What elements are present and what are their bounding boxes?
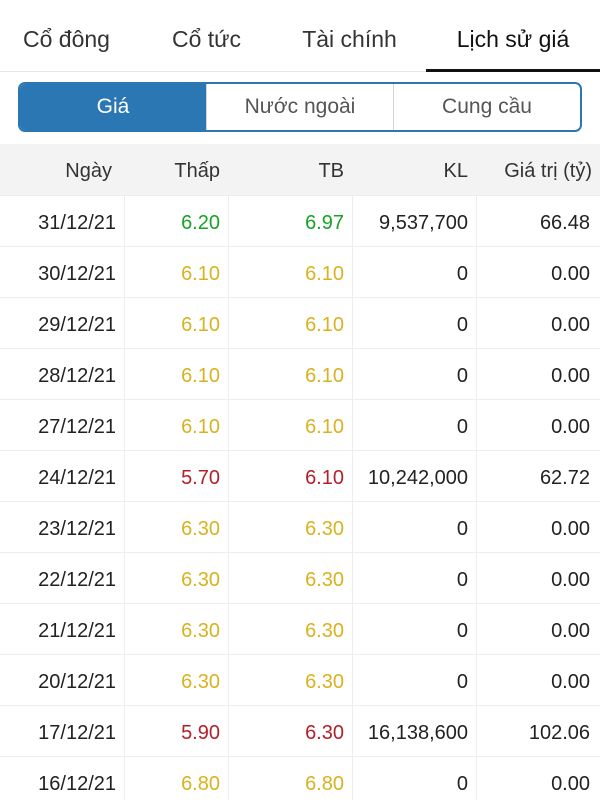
cell-value: 62.72: [476, 451, 600, 502]
cell-avg: 6.30: [228, 655, 352, 706]
cell-avg: 6.30: [228, 604, 352, 655]
cell-volume: 0: [352, 604, 476, 655]
cell-volume: 16,138,600: [352, 706, 476, 757]
top-tab-bar: Cổ đông Cổ tức Tài chính Lịch sử giá: [0, 0, 600, 72]
tab-tai-chinh[interactable]: Tài chính: [283, 0, 416, 72]
table-row[interactable]: 29/12/21 6.10 6.10 0 0.00: [0, 297, 600, 349]
segmented-control: Giá Nước ngoài Cung cầu: [18, 82, 582, 132]
cell-avg: 6.10: [228, 247, 352, 298]
table-row[interactable]: 23/12/21 6.30 6.30 0 0.00: [0, 501, 600, 553]
cell-avg: 6.30: [228, 706, 352, 757]
cell-volume: 10,242,000: [352, 451, 476, 502]
tab-co-tuc[interactable]: Cổ tức: [140, 0, 273, 72]
cell-low: 6.10: [124, 298, 228, 349]
cell-date: 16/12/21: [38, 773, 116, 795]
cell-low: 6.30: [124, 502, 228, 553]
cell-low: 6.10: [124, 247, 228, 298]
cell-value: 0.00: [476, 298, 600, 349]
table-row[interactable]: 24/12/21 5.70 6.10 10,242,000 62.72: [0, 450, 600, 502]
cell-value: 66.48: [476, 196, 600, 247]
table-row[interactable]: 31/12/21 6.20 6.97 9,537,700 66.48: [0, 195, 600, 247]
segment-gia[interactable]: Giá: [20, 84, 206, 130]
cell-date: 20/12/21: [38, 671, 116, 693]
cell-date: 22/12/21: [38, 569, 116, 591]
cell-volume: 0: [352, 757, 476, 800]
cell-date: 27/12/21: [38, 416, 116, 438]
cell-low: 6.10: [124, 400, 228, 451]
cell-date: 31/12/21: [38, 212, 116, 234]
tab-lich-su-gia[interactable]: Lịch sử giá: [426, 0, 600, 72]
cell-value: 0.00: [476, 349, 600, 400]
cell-avg: 6.30: [228, 553, 352, 604]
cell-date: 23/12/21: [38, 518, 116, 540]
cell-value: 0.00: [476, 604, 600, 655]
header-low: Thấp: [174, 160, 220, 182]
cell-volume: 9,537,700: [352, 196, 476, 247]
cell-low: 6.10: [124, 349, 228, 400]
cell-volume: 0: [352, 655, 476, 706]
cell-value: 0.00: [476, 553, 600, 604]
cell-low: 6.30: [124, 553, 228, 604]
cell-low: 5.70: [124, 451, 228, 502]
table-row[interactable]: 16/12/21 6.80 6.80 0 0.00: [0, 756, 600, 800]
header-date: Ngày: [65, 160, 112, 182]
cell-low: 6.20: [124, 196, 228, 247]
cell-date: 21/12/21: [38, 620, 116, 642]
cell-volume: 0: [352, 349, 476, 400]
cell-volume: 0: [352, 247, 476, 298]
cell-date: 17/12/21: [38, 722, 116, 744]
cell-date: 28/12/21: [38, 365, 116, 387]
cell-value: 0.00: [476, 502, 600, 553]
cell-date: 24/12/21: [38, 467, 116, 489]
cell-date: 29/12/21: [38, 314, 116, 336]
cell-avg: 6.10: [228, 400, 352, 451]
table-row[interactable]: 22/12/21 6.30 6.30 0 0.00: [0, 552, 600, 604]
price-history-table: Ngày Thấp TB KL Giá trị (tỷ) 31/12/21 6.…: [0, 144, 600, 800]
cell-avg: 6.30: [228, 502, 352, 553]
table-row[interactable]: 20/12/21 6.30 6.30 0 0.00: [0, 654, 600, 706]
tab-co-dong[interactable]: Cổ đông: [0, 0, 133, 72]
cell-avg: 6.10: [228, 298, 352, 349]
cell-avg: 6.10: [228, 451, 352, 502]
cell-low: 6.30: [124, 604, 228, 655]
table-row[interactable]: 21/12/21 6.30 6.30 0 0.00: [0, 603, 600, 655]
cell-avg: 6.80: [228, 757, 352, 800]
cell-low: 5.90: [124, 706, 228, 757]
cell-value: 0.00: [476, 400, 600, 451]
table-header-row: Ngày Thấp TB KL Giá trị (tỷ): [0, 144, 600, 195]
table-row[interactable]: 28/12/21 6.10 6.10 0 0.00: [0, 348, 600, 400]
cell-volume: 0: [352, 502, 476, 553]
cell-low: 6.30: [124, 655, 228, 706]
header-avg: TB: [318, 160, 344, 182]
cell-date: 30/12/21: [38, 263, 116, 285]
cell-value: 0.00: [476, 757, 600, 800]
cell-volume: 0: [352, 553, 476, 604]
segment-nuoc-ngoai[interactable]: Nước ngoài: [206, 84, 393, 130]
cell-avg: 6.97: [228, 196, 352, 247]
cell-avg: 6.10: [228, 349, 352, 400]
cell-volume: 0: [352, 400, 476, 451]
table-row[interactable]: 17/12/21 5.90 6.30 16,138,600 102.06: [0, 705, 600, 757]
segment-cung-cau[interactable]: Cung cầu: [393, 84, 580, 130]
cell-low: 6.80: [124, 757, 228, 800]
cell-value: 0.00: [476, 247, 600, 298]
cell-volume: 0: [352, 298, 476, 349]
cell-value: 102.06: [476, 706, 600, 757]
header-volume: KL: [443, 160, 468, 182]
header-value: Giá trị (tỷ): [504, 160, 592, 182]
table-row[interactable]: 30/12/21 6.10 6.10 0 0.00: [0, 246, 600, 298]
cell-value: 0.00: [476, 655, 600, 706]
table-row[interactable]: 27/12/21 6.10 6.10 0 0.00: [0, 399, 600, 451]
